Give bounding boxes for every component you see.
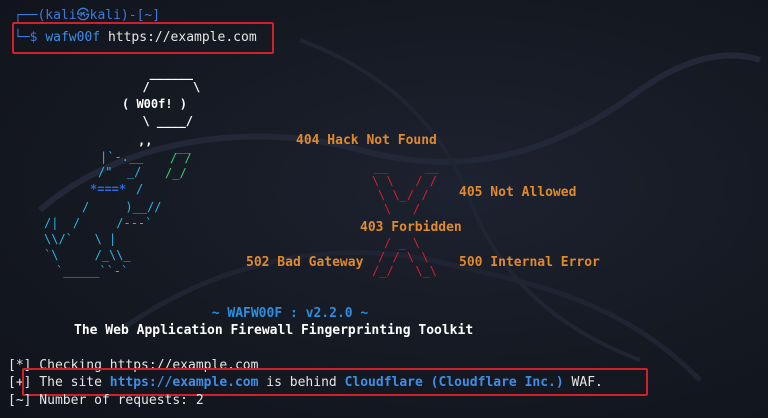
ascii-dog-line-7: `\ /_\\_ xyxy=(44,248,131,262)
version-line: ~ WAFW00F : v2.2.0 ~ xyxy=(211,306,369,321)
command-highlight-box xyxy=(12,22,274,54)
ascii-dog-collar: *===* xyxy=(90,182,127,196)
logo-text: W00f! xyxy=(136,97,173,111)
ascii-dog-green-3: /_/ xyxy=(165,166,187,180)
ascii-x-7: /_/ \_\ xyxy=(372,264,438,278)
ascii-x-4: \ / xyxy=(384,202,421,216)
error-500: 500 Internal Error xyxy=(459,255,600,270)
terminal-window[interactable]: ┌──(kali㉿kali)-[~] └─$ wafw00f https://e… xyxy=(0,0,768,418)
ascii-x-2: \ \ / / xyxy=(372,174,438,188)
error-405: 405 Not Allowed xyxy=(459,185,577,200)
error-403: 403 Forbidden xyxy=(360,220,462,235)
ascii-x-3: \ \_/ / xyxy=(378,188,429,202)
ascii-dog-line-2: /" _/ xyxy=(98,165,142,179)
ascii-x-1: __ __ xyxy=(374,160,440,174)
ascii-dog-line-5: /| / /---` xyxy=(44,216,153,230)
result-highlight-box xyxy=(22,368,648,396)
ascii-dog-line-3: / xyxy=(136,182,144,196)
ascii-bubble-text: ( W00f! ) xyxy=(122,97,188,111)
ascii-bubble-top: ______ xyxy=(128,66,194,80)
ascii-dog-line-4: / )__// xyxy=(82,200,162,214)
error-404: 404 Hack Not Found xyxy=(296,133,437,148)
ascii-dog-line-1: |`-.__ xyxy=(100,150,144,164)
ascii-dog-line-8: `_____``-` xyxy=(56,264,129,278)
error-502: 502 Bad Gateway xyxy=(246,255,364,270)
ascii-x-5: / _ \ xyxy=(384,236,421,250)
ascii-bubble-lower: \ ____/ xyxy=(128,114,194,128)
prompt-user-host: ┌──(kali㉿kali)-[~] xyxy=(14,8,161,23)
tagline: The Web Application Firewall Fingerprint… xyxy=(74,323,474,338)
ascii-bubble-upper: / \ xyxy=(128,80,201,94)
ascii-dog-green-2: / / xyxy=(170,151,192,165)
output-requests: [~] Number of requests: 2 xyxy=(8,393,204,408)
ascii-bubble-tail: ,, xyxy=(138,134,153,148)
ascii-x-6: / / \ \ xyxy=(378,250,429,264)
ascii-dog-line-6: \\/` \ | xyxy=(44,232,117,246)
